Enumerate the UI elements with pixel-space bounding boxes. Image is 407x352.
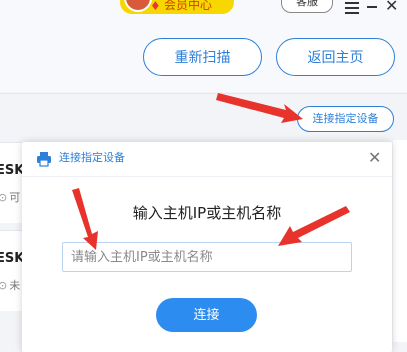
connect-button[interactable]: 连接 xyxy=(156,298,257,332)
dialog-close-icon[interactable]: ✕ xyxy=(368,150,381,166)
red-annotation-arrow-icon xyxy=(216,93,303,123)
customer-service-button[interactable]: 客服 xyxy=(281,0,333,13)
status-icon: ⊙ xyxy=(0,279,8,292)
user-avatar[interactable] xyxy=(124,0,152,12)
vip-diamond-icon: ♦ xyxy=(150,0,161,13)
dialog-title: 连接指定设备 xyxy=(59,151,125,164)
vip-center-button[interactable]: ♦ 会员中心 xyxy=(120,0,234,14)
return-home-button[interactable]: 返回主页 xyxy=(276,38,395,76)
status-icon: ⊙ xyxy=(0,191,8,204)
background-panel-edge xyxy=(393,140,407,342)
device-name: ESK xyxy=(0,251,25,266)
printer-icon xyxy=(37,152,51,167)
device-list-item[interactable]: ESK ⊙ 可 xyxy=(0,142,25,223)
top-bar: ♦ 会员中心 客服 ✕ 重新扫描 返回主页 xyxy=(0,0,407,92)
device-status: ⊙ 可 xyxy=(0,191,21,204)
menu-icon[interactable] xyxy=(345,2,359,14)
vip-center-label: 会员中心 xyxy=(164,0,213,12)
connect-device-dialog: 连接指定设备 ✕ 输入主机IP或主机名称 连接 xyxy=(22,142,392,352)
connect-specified-device-button[interactable]: 连接指定设备 xyxy=(297,106,394,132)
host-ip-input[interactable] xyxy=(62,242,352,272)
dialog-heading: 输入主机IP或主机名称 xyxy=(132,204,282,222)
device-name: ESK xyxy=(0,163,25,178)
device-status: ⊙ 未 xyxy=(0,279,21,292)
rescan-button[interactable]: 重新扫描 xyxy=(143,38,262,76)
window-close-icon[interactable]: ✕ xyxy=(385,0,398,14)
minimize-icon[interactable] xyxy=(367,6,377,8)
device-list-item[interactable]: ESK ⊙ 未 xyxy=(0,230,25,311)
dialog-header: 连接指定设备 ✕ xyxy=(22,142,392,177)
header-divider xyxy=(0,93,407,94)
